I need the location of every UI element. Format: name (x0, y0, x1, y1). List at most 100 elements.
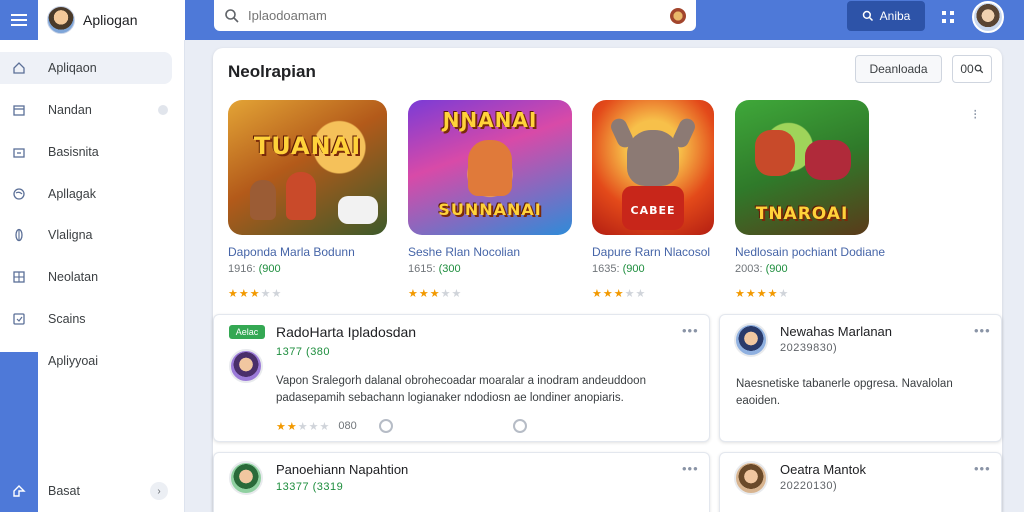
app-art-title: TUANAI (253, 132, 362, 160)
app-meta: 1635: (900 (592, 263, 714, 275)
more-options-icon[interactable]: ••• (682, 461, 699, 476)
share-icon (0, 483, 38, 499)
sidebar-item-basat[interactable]: Basat › (0, 475, 172, 507)
sidebar-item-scains[interactable]: Scains (0, 303, 172, 335)
more-options-icon[interactable]: ••• (682, 323, 699, 338)
app-meta: 2003: (900 (735, 263, 869, 275)
share-icon[interactable] (512, 419, 527, 433)
character-figure (755, 130, 795, 176)
app-card[interactable]: TUANAI Daponda Marla Bodunn 1916: (900 ★… (228, 100, 387, 300)
app-name: Daponda Marla Bodunn (228, 245, 355, 259)
main-panel: Neolrapian Deanloada 00 ⁝ TUANAI Daponda… (213, 48, 1002, 512)
sidebar-item-apliyyoai[interactable]: Apliyyoai (0, 345, 172, 377)
search-icon (862, 10, 873, 22)
filter-button-label: 00 (960, 62, 974, 76)
review-title: Panoehiann Napahtion (276, 462, 409, 477)
app-meta-code: 1615: (408, 263, 436, 275)
sidebar-item-basisnita[interactable]: Basisnita (0, 136, 172, 168)
reviewer-avatar (734, 461, 768, 495)
more-options-icon[interactable]: ••• (974, 323, 991, 338)
menu-icon (11, 14, 27, 26)
globe-icon (0, 187, 38, 201)
review-card[interactable]: Newahas Marlanan 20239830) ••• Naesnetis… (719, 314, 1002, 442)
app-price: (900 (258, 263, 281, 275)
sidebar-item-label: Apllagak (48, 187, 96, 201)
sidebar-item-label: Neolatan (48, 270, 99, 284)
character-ear (670, 116, 698, 150)
search-app-badge-icon[interactable] (670, 7, 686, 24)
sidebar-item-label: Scains (48, 312, 86, 326)
app-thumbnail: CABEE (592, 100, 714, 235)
sidebar-item-label: Nandan (48, 103, 92, 117)
app-card[interactable]: CABEE Dapure Rarn Nlacosol 1635: (900 ★★… (592, 100, 714, 300)
apps-grid-icon[interactable] (940, 9, 956, 25)
review-card[interactable]: Oeatra Mantok 20220130) ••• (719, 452, 1002, 512)
reviewer-avatar (734, 323, 768, 357)
review-rating-count: 080 (338, 420, 357, 432)
filter-button[interactable]: 00 (952, 55, 992, 83)
app-name: Nedlosain pochiant Dodiane (735, 245, 886, 259)
status-dot (158, 105, 168, 115)
hamburger-menu-button[interactable] (0, 0, 38, 40)
character-figure (468, 140, 512, 196)
reviewer-avatar (229, 349, 263, 383)
sidebar-item-vlaligna[interactable]: Vlaligna (0, 219, 172, 251)
star-rating: ★★★★★ (228, 288, 283, 300)
search-icon (225, 8, 239, 23)
app-art-title: CABEE (630, 204, 676, 217)
reviewer-avatar (229, 461, 263, 495)
sidebar-item-label: Vlaligna (48, 228, 93, 242)
review-card[interactable]: Panoehiann Napahtion 13377 (3319 ••• (213, 452, 710, 512)
sidebar-item-neolatan[interactable]: Neolatan (0, 261, 172, 293)
reply-icon[interactable] (378, 419, 393, 433)
gamepad-icon (338, 196, 378, 224)
review-footer: ★★★★★ 080 (276, 419, 527, 433)
apps-button[interactable]: Aniba (847, 1, 925, 31)
app-name: Dapure Rarn Nlacosol (592, 245, 711, 259)
app-logo (47, 6, 75, 34)
search-icon (974, 64, 983, 74)
app-card[interactable]: TNAROAI Nedlosain pochiant Dodiane 2003:… (735, 100, 886, 300)
apps-button-label: Aniba (879, 9, 911, 23)
more-options-icon[interactable]: ••• (974, 461, 991, 476)
sidebar-item-label: Apliyyoai (48, 354, 99, 368)
document-icon (0, 312, 38, 326)
sidebar-item-apliqaon[interactable]: Apliqaon (0, 52, 172, 84)
review-body: Naesnetiske tabanerle opgresa. Navalolan… (736, 378, 953, 407)
search-input[interactable] (248, 8, 662, 23)
app-card[interactable]: ƝƝANAI SUNNANAI Seshe Rlan Nocolian 1615… (408, 100, 572, 300)
review-title: Oeatra Mantok (780, 462, 866, 477)
download-button[interactable]: Deanloada (855, 55, 942, 83)
more-options-icon[interactable]: ⁝ (973, 106, 977, 123)
app-brand[interactable]: Apliogan (38, 0, 185, 40)
review-title: Newahas Marlanan (780, 324, 893, 339)
sidebar-item-label: Apliqaon (48, 61, 97, 75)
app-art-title: TNAROAI (755, 204, 849, 224)
app-art-title: ƝƝANAI (442, 108, 538, 132)
calendar-icon (0, 103, 38, 117)
star-rating: ★★★★★ (592, 288, 647, 300)
character-figure (627, 130, 679, 186)
star-rating: ★★★★★ (276, 420, 331, 433)
app-name: Seshe Rlan Nocolian (408, 245, 521, 259)
app-meta: 1916: (900 (228, 263, 387, 275)
grid-icon (0, 270, 38, 284)
review-date: 20220130) (780, 480, 838, 492)
character-figure (805, 140, 851, 180)
top-bar: Apliogan Aniba (0, 0, 1024, 40)
app-thumbnail: TNAROAI (735, 100, 869, 235)
app-meta-code: 1916: (228, 263, 256, 275)
leaf-icon (0, 228, 38, 242)
sidebar-item-label: Basat (48, 484, 80, 498)
profile-avatar[interactable] (972, 1, 1004, 33)
review-title: RadoHarta Ipladosdan (276, 324, 417, 340)
chevron-right-icon[interactable]: › (150, 482, 168, 500)
app-art-subtitle: SUNNANAI (438, 200, 542, 219)
app-meta: 1615: (300 (408, 263, 572, 275)
page-title: Neolrapian (228, 62, 316, 81)
review-card[interactable]: Aelac RadoHarta Ipladosdan 1377 (380 Vap… (213, 314, 710, 442)
sidebar-item-apllagak[interactable]: Apllagak (0, 178, 172, 210)
sidebar-item-nandan[interactable]: Nandan (0, 94, 172, 126)
review-date: 20239830) (780, 342, 838, 354)
star-rating: ★★★★★ (408, 288, 463, 300)
